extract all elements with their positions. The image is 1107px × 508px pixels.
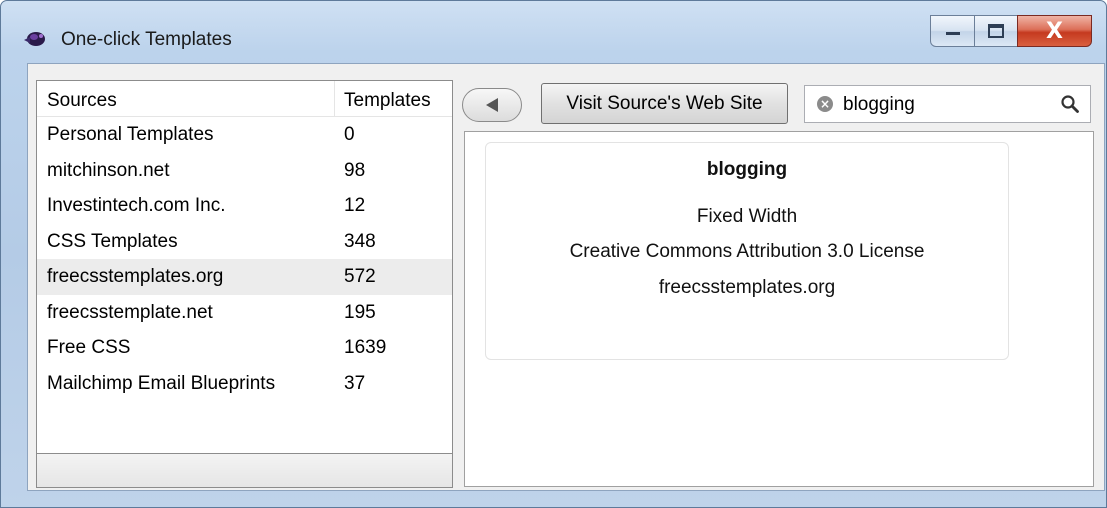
source-name: Personal Templates: [47, 124, 214, 145]
minimize-icon: [945, 32, 960, 35]
close-button[interactable]: X: [1017, 15, 1092, 47]
back-button[interactable]: [462, 88, 522, 122]
source-name: Investintech.com Inc.: [47, 195, 226, 216]
maximize-button[interactable]: [974, 15, 1018, 47]
window-title: One-click Templates: [61, 29, 232, 50]
client-area: Sources Templates Personal Templates 0 m…: [27, 63, 1105, 491]
visit-source-button[interactable]: Visit Source's Web Site: [541, 83, 788, 124]
source-name: CSS Templates: [47, 230, 178, 252]
source-count: 0: [344, 124, 355, 145]
source-count: 572: [344, 266, 376, 287]
template-license: Creative Commons Attribution 3.0 License: [569, 241, 925, 262]
search-input[interactable]: [843, 94, 1043, 116]
source-row[interactable]: mitchinson.net 98: [37, 153, 452, 189]
template-preview-panel: blogging Fixed Width Creative Commons At…: [464, 131, 1094, 487]
clear-search-icon[interactable]: ×: [817, 96, 833, 112]
source-name: Mailchimp Email Blueprints: [47, 372, 276, 394]
sources-list[interactable]: Sources Templates Personal Templates 0 m…: [36, 80, 453, 488]
source-count: 12: [344, 195, 366, 216]
source-row[interactable]: CSS Templates 348: [37, 224, 452, 260]
horizontal-scrollbar[interactable]: [37, 454, 452, 487]
search-box[interactable]: ×: [804, 85, 1091, 123]
source-name: mitchinson.net: [47, 159, 170, 181]
source-count: 37: [344, 372, 366, 394]
source-count: 1639: [344, 337, 387, 358]
source-row-selected[interactable]: freecsstemplates.org 572: [37, 259, 452, 295]
source-row[interactable]: freecsstemplate.net 195: [37, 295, 452, 331]
close-icon: X: [1046, 18, 1063, 44]
source-name: freecsstemplates.org: [47, 266, 224, 287]
template-layout: Fixed Width: [696, 206, 798, 227]
column-header-sources[interactable]: Sources: [47, 90, 117, 112]
sources-rows: Personal Templates 0 mitchinson.net 98 I…: [37, 117, 452, 401]
source-count: 348: [344, 230, 376, 252]
app-logo-icon: [24, 32, 45, 46]
source-count: 195: [344, 301, 376, 323]
source-count: 98: [344, 159, 366, 181]
source-row[interactable]: Personal Templates 0: [37, 117, 452, 153]
template-card[interactable]: blogging Fixed Width Creative Commons At…: [485, 142, 1009, 360]
template-title: blogging: [706, 159, 788, 180]
app-window: One-click Templates X Sources Templates: [0, 0, 1107, 508]
source-name: freecsstemplate.net: [47, 301, 213, 323]
search-icon[interactable]: [1060, 94, 1080, 114]
title-bar[interactable]: One-click Templates X: [1, 1, 1106, 63]
source-row[interactable]: Free CSS 1639: [37, 330, 452, 366]
source-row[interactable]: Investintech.com Inc. 12: [37, 188, 452, 224]
column-header-templates[interactable]: Templates: [344, 90, 431, 112]
back-arrow-icon: [486, 98, 498, 112]
minimize-button[interactable]: [930, 15, 975, 47]
column-separator[interactable]: [334, 81, 335, 116]
maximize-icon: [988, 24, 1004, 38]
sources-header: Sources Templates: [37, 81, 452, 117]
source-row[interactable]: Mailchimp Email Blueprints 37: [37, 366, 452, 402]
source-name: Free CSS: [47, 337, 131, 358]
template-source: freecsstemplates.org: [658, 277, 836, 298]
